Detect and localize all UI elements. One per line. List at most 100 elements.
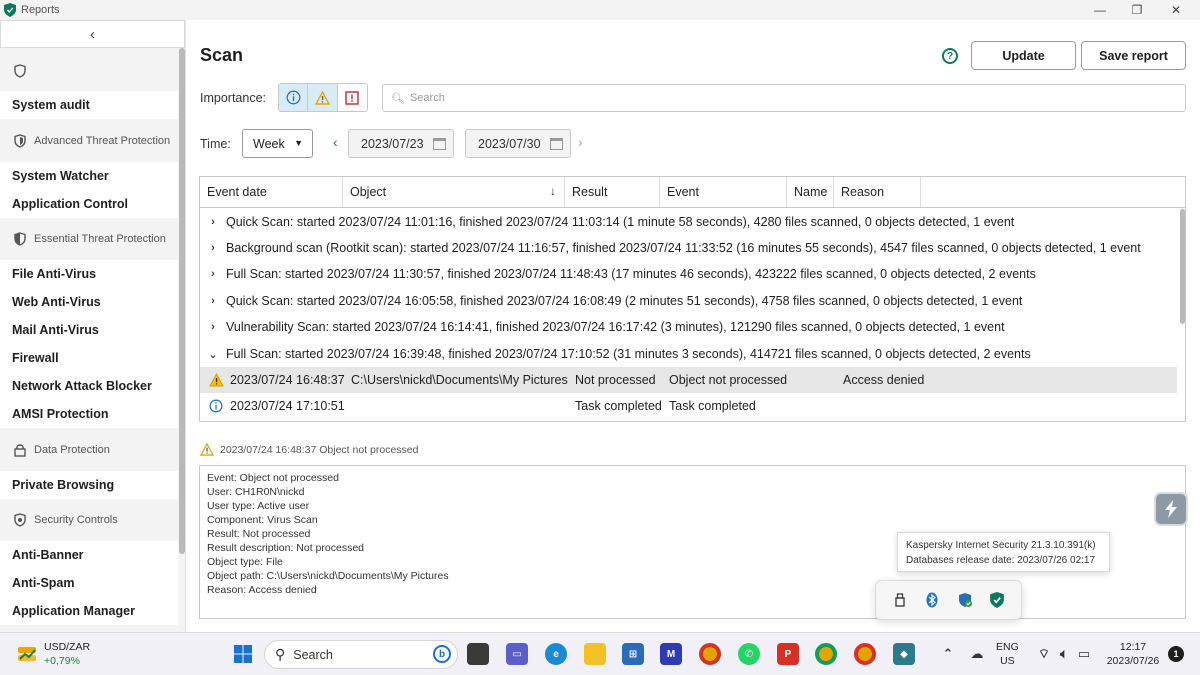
sidebar-item-application-control[interactable]: Application Control [0,190,178,218]
sidebar-scrollbar[interactable] [179,48,185,554]
detail-header: 2023/07/24 16:48:37 Object not processed [200,443,418,456]
scan-group-row-expanded[interactable]: ⌄ Full Scan: started 2023/07/24 16:39:48,… [200,341,1177,367]
importance-filter [278,83,368,112]
sidebar-group-security-controls[interactable]: Security Controls [0,500,178,540]
sidebar-item-network-attack-blocker[interactable]: Network Attack Blocker [0,372,178,400]
importance-warning-toggle[interactable] [308,84,338,111]
detail-line: Component: Virus Scan [207,514,318,526]
column-reason[interactable]: Reason [834,177,921,207]
whatsapp-icon[interactable]: ✆ [738,643,760,665]
event-row[interactable]: 2023/07/24 16:48:37 C:\Users\nickd\Docum… [200,367,1177,393]
save-report-button[interactable]: Save report [1081,41,1186,70]
maximize-button[interactable]: ❐ [1117,0,1157,20]
event-date-cell: 2023/07/24 17:10:51 [230,399,345,413]
chrome-profile-icon[interactable] [815,643,837,665]
next-period-button[interactable]: › [578,134,583,150]
sidebar-group-advanced-threat-protection[interactable]: Advanced Threat Protection [0,121,178,161]
file-explorer-icon[interactable] [584,643,606,665]
wifi-icon[interactable]: ⌔ [1033,643,1055,665]
chevron-right-icon[interactable]: › [200,295,226,307]
importance-label: Importance: [200,91,267,105]
start-button[interactable] [232,643,254,665]
sidebar-group-home[interactable] [0,51,178,91]
minimize-button[interactable]: — [1080,0,1120,20]
sidebar-item-private-browsing[interactable]: Private Browsing [0,471,178,499]
sidebar-item-firewall[interactable]: Firewall [0,344,178,372]
update-button[interactable]: Update [971,41,1076,70]
chevron-left-icon: ‹ [90,25,95,43]
bluetooth-icon[interactable] [923,591,941,609]
battery-icon[interactable]: ▭ [1073,643,1095,665]
chevron-right-icon[interactable]: › [200,242,226,254]
scan-group-row[interactable]: › Full Scan: started 2023/07/24 11:30:57,… [200,261,1177,287]
previous-period-button[interactable]: ‹ [333,134,338,150]
date-from-field[interactable]: 2023/07/23 [348,129,454,158]
sidebar-item-anti-spam[interactable]: Anti-Spam [0,569,178,597]
sidebar-item-web-anti-virus[interactable]: Web Anti-Virus [0,288,178,316]
app-icon[interactable]: ◆ [893,643,915,665]
tray-overflow-chevron-icon[interactable]: ⌃ [937,643,959,665]
task-view-icon[interactable] [467,643,489,665]
scan-group-row[interactable]: › Quick Scan: started 2023/07/24 16:05:58… [200,288,1177,314]
usb-device-icon[interactable] [891,591,909,609]
sidebar-item-system-watcher[interactable]: System Watcher [0,162,178,190]
close-button[interactable]: ✕ [1156,0,1196,20]
table-scrollbar[interactable] [1180,209,1185,324]
detail-line: Reason: Access denied [207,584,317,596]
importance-info-toggle[interactable] [279,84,309,111]
editor-app-icon[interactable]: M [660,643,682,665]
sidebar-item-mail-anti-virus[interactable]: Mail Anti-Virus [0,316,178,344]
scan-group-row[interactable]: › Quick Scan: started 2023/07/24 11:01:16… [200,209,1177,235]
event-date-cell: 2023/07/24 16:48:37 [230,373,345,387]
taskbar-search[interactable]: ⚲ Search b [264,640,458,669]
sidebar-group-essential-threat-protection[interactable]: Essential Threat Protection [0,219,178,259]
pdf-reader-icon[interactable]: P [777,643,799,665]
sidebar-item-file-anti-virus[interactable]: File Anti-Virus [0,260,178,288]
column-result[interactable]: Result [565,177,660,207]
warning-icon [209,372,224,390]
calendar-icon[interactable] [550,138,563,150]
sidebar-item-system-audit[interactable]: System audit [0,91,178,119]
sidebar-item-anti-banner[interactable]: Anti-Banner [0,541,178,569]
microsoft-store-icon[interactable]: ⊞ [622,643,644,665]
search-field[interactable]: 🔍︎ Search [382,84,1186,112]
column-event[interactable]: Event [660,177,787,207]
language-indicator[interactable]: ENG US [996,640,1019,668]
period-select[interactable]: Week ▼ [242,129,313,158]
kaspersky-tray-icon[interactable] [988,591,1006,609]
sidebar-item-application-manager[interactable]: Application Manager [0,597,178,625]
chevron-down-icon[interactable]: ⌄ [200,348,226,361]
chrome-profile-icon[interactable] [854,643,876,665]
event-row[interactable]: 2023/07/24 17:10:51 Task completed Task … [200,393,1177,419]
date-to-field[interactable]: 2023/07/30 [465,129,571,158]
scan-group-row[interactable]: › Vulnerability Scan: started 2023/07/24 … [200,314,1177,340]
column-object[interactable]: Object ↓ [343,177,565,207]
widget-title: USD/ZAR [44,641,91,653]
volume-icon[interactable]: 🔈︎ [1053,643,1075,665]
edge-browser-icon[interactable]: e [545,643,567,665]
importance-critical-toggle[interactable] [338,84,367,111]
chrome-icon[interactable] [699,643,721,665]
calendar-icon[interactable] [433,138,446,150]
windows-security-icon[interactable] [956,591,974,609]
scan-group-row[interactable]: › Background scan (Rootkit scan): started… [200,235,1177,261]
help-icon[interactable]: ? [942,48,958,64]
tray-overflow-popup [875,580,1022,620]
sidebar-group-data-protection[interactable]: Data Protection [0,430,178,470]
clock[interactable]: 12:17 2023/07/26 [1104,640,1162,668]
widgets-button[interactable]: USD/ZAR +0,79% [16,640,90,668]
chevron-right-icon[interactable]: › [200,216,226,228]
chevron-right-icon[interactable]: › [200,268,226,280]
warning-icon [200,443,214,456]
chevron-right-icon[interactable]: › [200,321,226,333]
teams-chat-icon[interactable]: ▭ [506,643,528,665]
widget-value: +0,79% [44,655,80,667]
column-event-date[interactable]: Event date [200,177,343,207]
floating-assist-button[interactable] [1154,492,1188,526]
notification-badge[interactable]: 1 [1168,646,1184,662]
sidebar-item-amsi-protection[interactable]: AMSI Protection [0,400,178,428]
network-cloud-icon[interactable]: ☁ [966,643,988,665]
sidebar-collapse-button[interactable]: ‹ [0,20,185,48]
column-name[interactable]: Name [787,177,834,207]
kaspersky-tooltip: Kaspersky Internet Security 21.3.10.391(… [897,532,1110,572]
